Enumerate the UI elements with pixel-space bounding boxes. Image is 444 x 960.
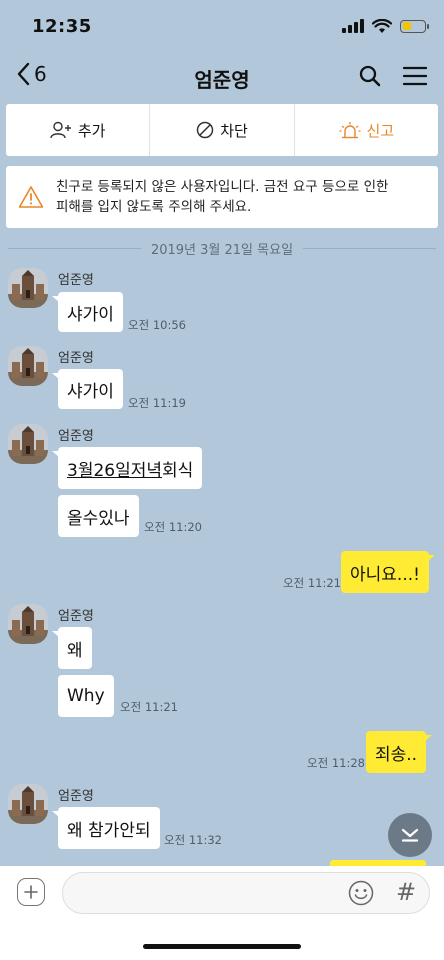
message-time: 오전 11:20 xyxy=(144,520,202,534)
block-label: 차단 xyxy=(220,121,248,140)
message-input[interactable] xyxy=(62,872,430,914)
unread-count: 6 xyxy=(34,62,47,86)
date-separator: 2019년 3월 21일 목요일 xyxy=(8,238,436,258)
date-separator-label: 2019년 3월 21일 목요일 xyxy=(150,242,294,258)
message-bubble[interactable]: Why xyxy=(58,675,114,717)
avatar[interactable] xyxy=(8,346,48,386)
sender-name: 엄준영 xyxy=(58,273,94,288)
my-message-bubble[interactable]: 죄송.. xyxy=(366,731,433,773)
siren-icon xyxy=(339,122,361,139)
menu-icon[interactable] xyxy=(402,65,428,87)
battery-icon xyxy=(400,19,429,33)
message-bubble[interactable]: 올수있나 xyxy=(58,495,139,537)
message-time: 오전 11:32 xyxy=(164,833,222,847)
warning-line-2: 피해를 입지 않도록 주의해 주세요. xyxy=(56,199,252,215)
message-time: 오전 11:21 xyxy=(283,576,341,590)
stranger-action-bar: 추가 차단 신고 xyxy=(6,104,438,156)
add-friend-button[interactable]: 추가 xyxy=(6,104,151,156)
emoji-icon[interactable] xyxy=(348,880,374,906)
message-text-rest: 회식 xyxy=(162,460,194,481)
add-friend-icon xyxy=(50,121,71,139)
plus-icon xyxy=(24,885,38,899)
message-time: 오전 11:19 xyxy=(128,396,186,410)
sender-name: 엄준영 xyxy=(58,429,94,444)
message-bubble[interactable]: 샤가이 xyxy=(52,292,123,332)
back-chevron-icon xyxy=(17,62,30,86)
message-time: 오전 11:28 xyxy=(307,756,365,770)
scroll-to-bottom-button[interactable] xyxy=(388,813,432,857)
wifi-icon xyxy=(372,18,392,33)
message-bubble[interactable]: 3월26일저녁 회식 xyxy=(51,447,203,489)
cellular-signal-icon xyxy=(342,19,364,33)
message-time: 오전 11:21 xyxy=(120,700,178,714)
avatar[interactable] xyxy=(8,784,48,824)
hash-search-button[interactable]: # xyxy=(396,878,416,906)
chat-header: 6 엄준영 xyxy=(0,52,444,104)
home-indicator xyxy=(143,944,301,949)
block-icon xyxy=(196,121,214,139)
stranger-warning: 친구로 등록되지 않은 사용자입니다. 금전 요구 등으로 인한 피해를 입지 … xyxy=(6,166,438,228)
avatar[interactable] xyxy=(8,268,48,308)
search-icon[interactable] xyxy=(358,64,382,88)
message-bubble[interactable]: 왜 xyxy=(52,627,92,669)
warning-text: 친구로 등록되지 않은 사용자입니다. 금전 요구 등으로 인한 피해를 입지 … xyxy=(56,177,388,217)
date-link[interactable]: 3월26일저녁 xyxy=(67,456,162,481)
warning-line-1: 친구로 등록되지 않은 사용자입니다. 금전 요구 등으로 인한 xyxy=(56,179,389,195)
scroll-down-icon xyxy=(401,828,419,842)
avatar[interactable] xyxy=(8,604,48,644)
block-button[interactable]: 차단 xyxy=(150,104,295,156)
message-bubble[interactable]: 왜 참가안되 xyxy=(52,807,160,849)
sender-name: 엄준영 xyxy=(58,351,94,366)
my-message-bubble[interactable]: 아니요...! xyxy=(341,551,435,593)
header-actions xyxy=(358,64,428,88)
message-bubble[interactable]: 샤가이 xyxy=(52,369,123,409)
warning-icon xyxy=(18,186,44,208)
sender-name: 엄준영 xyxy=(58,789,94,804)
report-button[interactable]: 신고 xyxy=(295,104,438,156)
report-label: 신고 xyxy=(366,121,395,140)
message-time: 오전 10:56 xyxy=(128,318,186,332)
add-friend-label: 추가 xyxy=(77,121,106,140)
avatar[interactable] xyxy=(8,424,48,464)
status-icons xyxy=(342,18,429,34)
status-bar: 12:35 xyxy=(0,0,444,52)
plus-button[interactable] xyxy=(17,878,45,906)
sender-name: 엄준영 xyxy=(58,609,94,624)
back-button[interactable]: 6 xyxy=(16,62,47,86)
status-time: 12:35 xyxy=(32,15,92,37)
chat-title: 엄준영 xyxy=(194,67,250,92)
